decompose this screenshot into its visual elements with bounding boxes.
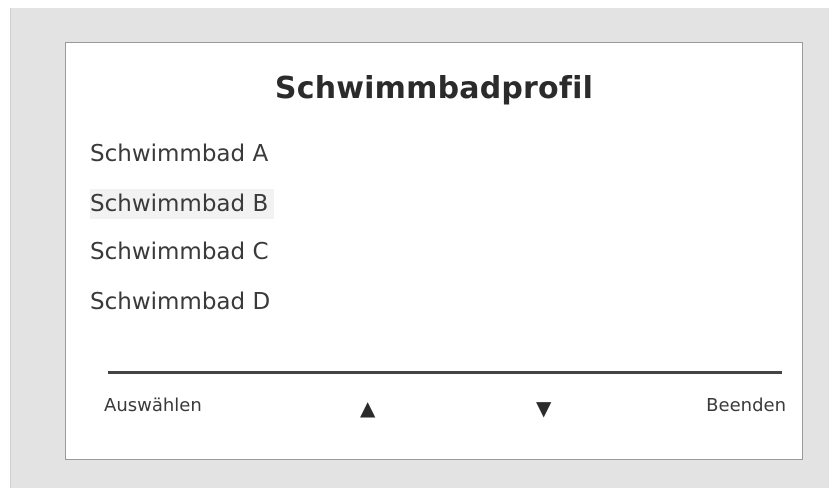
list-item-pool-c[interactable]: Schwimmbad C	[90, 237, 269, 267]
screen-title: Schwimmbadprofil	[274, 71, 594, 106]
triangle-down-icon[interactable]: ▼	[536, 396, 551, 420]
softkey-divider	[108, 371, 782, 374]
exit-softkey[interactable]: Beenden	[706, 394, 786, 418]
device-frame: Schwimmbadprofil Schwimmbad A Schwimmbad…	[10, 8, 829, 488]
select-softkey[interactable]: Auswählen	[104, 394, 202, 418]
list-item-pool-b[interactable]: Schwimmbad B	[90, 189, 275, 219]
list-item-pool-d[interactable]: Schwimmbad D	[90, 287, 270, 317]
list-item-pool-a[interactable]: Schwimmbad A	[90, 139, 268, 169]
triangle-up-icon[interactable]: ▲	[360, 396, 375, 420]
display-screen: Schwimmbadprofil Schwimmbad A Schwimmbad…	[65, 42, 803, 460]
